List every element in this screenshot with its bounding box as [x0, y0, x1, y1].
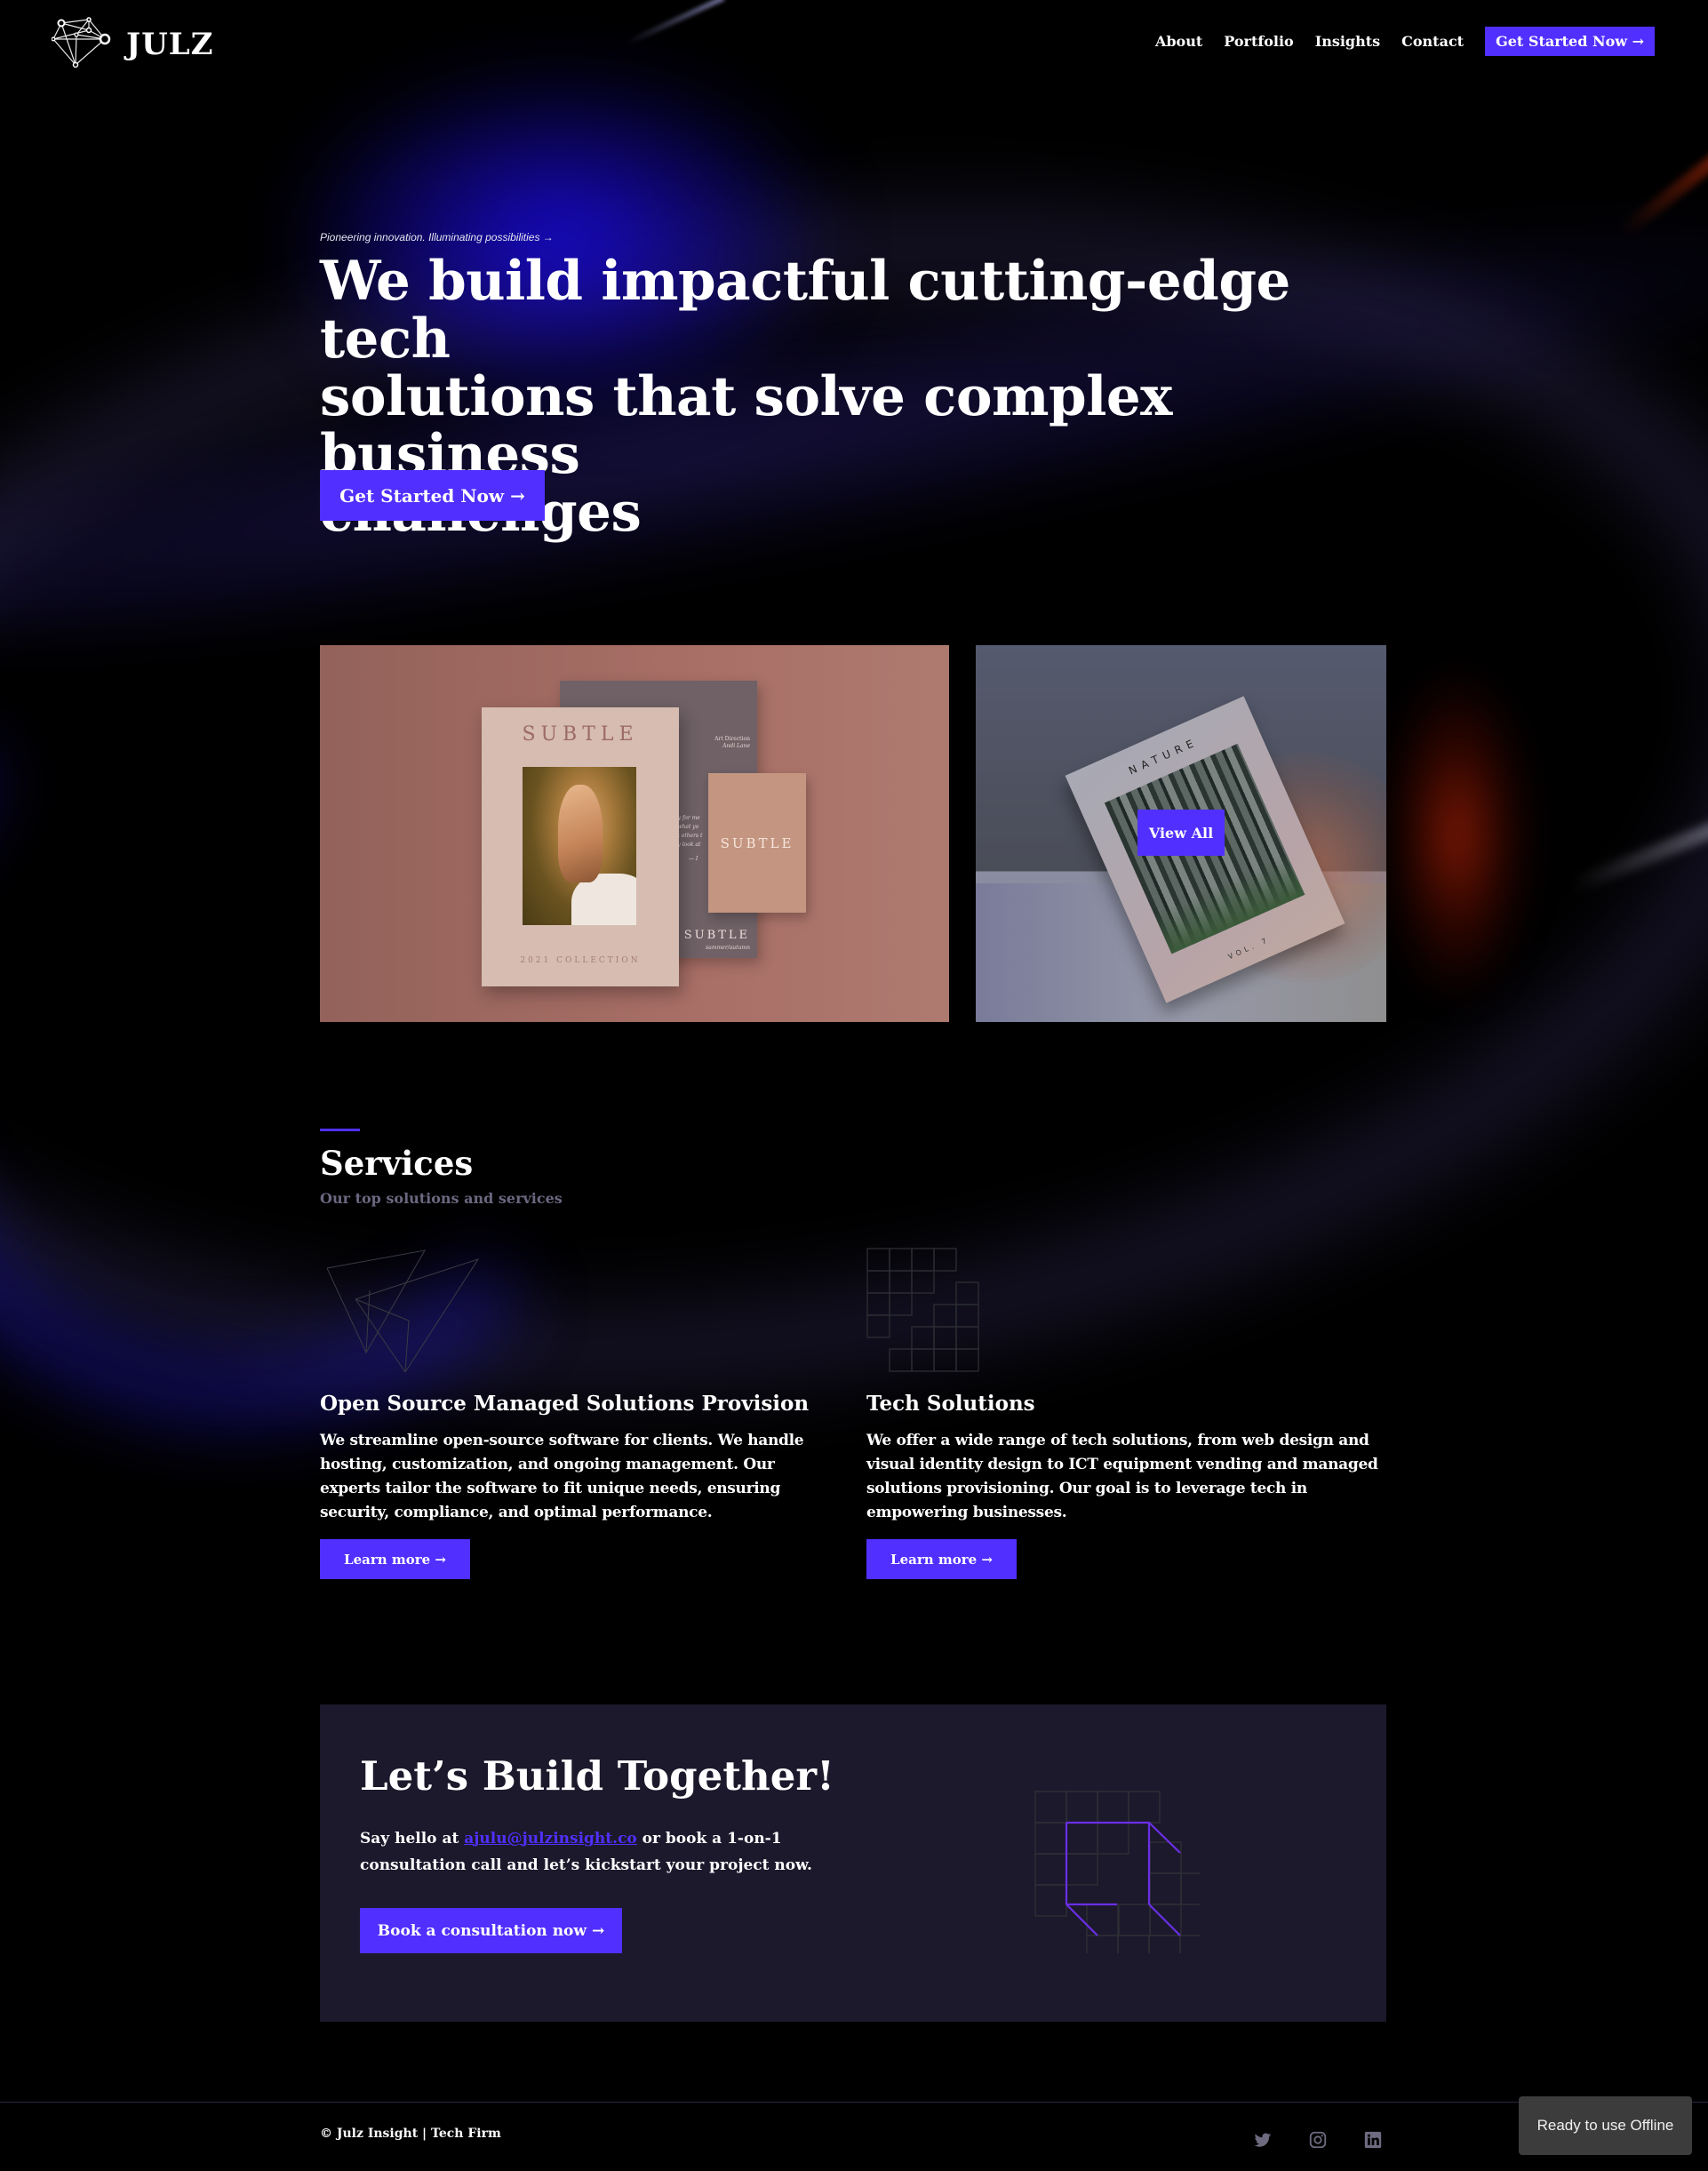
small-card: SUBTLE: [708, 773, 806, 913]
logo-text: JULZ: [126, 27, 214, 62]
back-card-title: SUBTLE: [683, 929, 750, 942]
small-card-title: SUBTLE: [720, 834, 794, 851]
portrait-face: [558, 785, 603, 882]
instagram-icon[interactable]: [1308, 2130, 1328, 2150]
services-section: Services Our top solutions and services …: [320, 1129, 1386, 1579]
hero-tagline[interactable]: Pioneering innovation. Illuminating poss…: [320, 231, 1297, 243]
footer-copyright: © Julz Insight | Tech Firm: [320, 2127, 501, 2141]
service-card: Tech Solutions We offer a wide range of …: [866, 1248, 1391, 1579]
cta-text: Say hello at ajulu@julzinsight.co or boo…: [360, 1825, 858, 1879]
service-title: Open Source Managed Solutions Provision: [320, 1392, 810, 1416]
hero-title-line: solutions that solve complex business: [320, 365, 1173, 486]
cta-title: Let’s Build Together!: [360, 1752, 834, 1800]
main-card-footer: 2021 COLLECTION: [520, 956, 641, 965]
services-subtitle: Our top solutions and services: [320, 1190, 563, 1207]
learn-more-button[interactable]: Learn more →: [866, 1539, 1017, 1579]
credit-role: Art Direction: [714, 736, 750, 742]
service-card: Open Source Managed Solutions Provision …: [320, 1248, 835, 1579]
credit: Art Direction Andi Lane: [714, 736, 750, 750]
email-link[interactable]: ajulu@julzinsight.co: [464, 1830, 637, 1848]
grid-blocks-icon: [866, 1248, 1391, 1372]
offline-ready-toast: Ready to use Offline: [1519, 2096, 1692, 2155]
book-consultation-button[interactable]: Book a consultation now →: [360, 1908, 622, 1953]
cta-section: Let’s Build Together! Say hello at ajulu…: [320, 1704, 1386, 2022]
light-streak-white: [1569, 792, 1708, 895]
main-nav: About Portfolio Insights Contact Get Sta…: [1155, 27, 1655, 56]
main-card: SUBTLE 2021 COLLECTION: [482, 707, 679, 986]
footer-divider: [0, 2102, 1708, 2103]
main-card-title: SUBTLE: [522, 723, 639, 746]
accent-bar: [320, 1129, 360, 1131]
logo[interactable]: JULZ: [51, 16, 214, 73]
light-streak-red: [1617, 95, 1708, 239]
cta-text-before: Say hello at: [360, 1830, 465, 1848]
twitter-icon[interactable]: [1253, 2130, 1273, 2150]
services-title: Services: [320, 1144, 474, 1183]
learn-more-button[interactable]: Learn more →: [320, 1539, 470, 1579]
wireframe-pyramid-icon: [320, 1248, 835, 1373]
portfolio-item-subtle[interactable]: Art Direction Andi Lane phy for me el wh…: [320, 645, 949, 1022]
portfolio-item-nature[interactable]: NATURE VOL. 7 View All: [976, 645, 1386, 1022]
nav-contact[interactable]: Contact: [1401, 33, 1464, 50]
service-title: Tech Solutions: [866, 1392, 1035, 1416]
nav-about[interactable]: About: [1155, 33, 1202, 50]
network-diamond-icon: [51, 16, 114, 73]
hero-title-line: We build impactful cutting-edge tech: [320, 250, 1290, 371]
view-all-button[interactable]: View All: [1137, 810, 1225, 856]
nav-insights[interactable]: Insights: [1315, 33, 1380, 50]
back-card-subtitle: summer/autumn: [705, 945, 750, 951]
hero-get-started-button[interactable]: Get Started Now →: [320, 470, 545, 521]
site-header: JULZ About Portfolio Insights Contact Ge…: [0, 0, 1708, 84]
nav-portfolio[interactable]: Portfolio: [1224, 33, 1293, 50]
service-description: We offer a wide range of tech solutions,…: [866, 1432, 1378, 1521]
hero-section: Pioneering innovation. Illuminating poss…: [320, 231, 1297, 541]
header-get-started-button[interactable]: Get Started Now →: [1485, 27, 1655, 56]
glow-red: [1386, 675, 1528, 995]
linkedin-icon[interactable]: [1363, 2130, 1383, 2150]
social-links: [1253, 2130, 1383, 2150]
grid-cube-icon: [1013, 1767, 1213, 1967]
service-description: We streamline open-source software for c…: [320, 1432, 804, 1521]
credit-name: Andi Lane: [722, 743, 750, 749]
portrait-photo: [523, 767, 636, 925]
